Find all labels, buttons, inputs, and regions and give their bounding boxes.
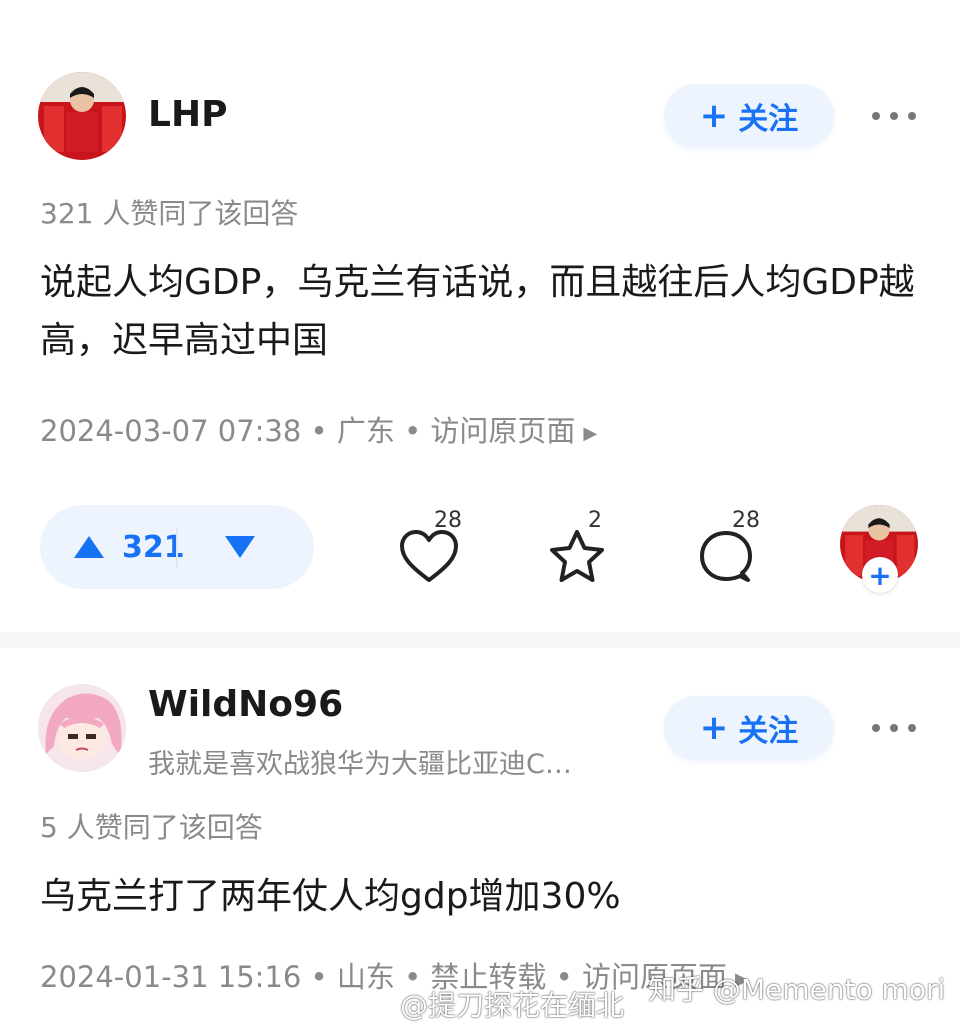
author-bio: 我就是喜欢战狼华为大疆比亚迪C… — [148, 749, 572, 780]
heart-icon — [400, 530, 458, 582]
plus-icon: + — [862, 557, 898, 593]
more-icon[interactable] — [872, 718, 916, 738]
follow-label: 关注 — [738, 714, 799, 749]
zhihu-watermark: 知乎 @Memento mori — [648, 973, 946, 1006]
author-avatar[interactable] — [38, 684, 126, 772]
upvote-summary: 5 人赞同了该回答 — [40, 811, 263, 844]
follow-label: 关注 — [738, 102, 799, 137]
plus-icon: + — [699, 96, 729, 136]
upvote-summary: 321 人赞同了该回答 — [40, 197, 299, 230]
weibo-watermark: @提刀探花在缅北 — [400, 989, 625, 1022]
follow-button[interactable]: + 关注 — [664, 696, 834, 760]
favorite-count: 2 — [588, 508, 602, 533]
section-divider — [0, 632, 960, 648]
my-avatar-button[interactable]: + — [840, 505, 920, 593]
vote-control: 321 — [40, 505, 314, 589]
comment-icon — [700, 531, 752, 582]
follow-button[interactable]: + 关注 — [664, 84, 834, 148]
more-icon[interactable] — [872, 106, 916, 126]
author-name[interactable]: WildNo96 — [148, 684, 343, 725]
answer-content: 乌克兰打了两年仗人均gdp增加30% — [40, 876, 621, 917]
answer-meta[interactable]: 2024-01-31 15:16 • 山东 • 禁止转载 • 访问原页面 ▶ — [40, 954, 749, 996]
like-button[interactable]: 28 — [392, 508, 472, 590]
author-avatar[interactable] — [38, 72, 126, 160]
answer-meta[interactable]: 2024-03-07 07:38 • 广东 • 访问原页面 ▶ — [40, 408, 597, 450]
star-icon — [550, 530, 604, 582]
comment-button[interactable]: 28 — [690, 508, 770, 590]
plus-icon: + — [699, 708, 729, 748]
meta-text: 2024-03-07 07:38 • 广东 • 访问原页面 — [40, 414, 576, 448]
favorite-button[interactable]: 2 — [540, 508, 620, 590]
upvote-icon — [74, 536, 104, 558]
answer-content: 说起人均GDP，乌克兰有话说，而且越往后人均GDP越高，迟早高过中国 — [40, 262, 915, 361]
downvote-button[interactable] — [178, 505, 314, 589]
play-icon: ▶ — [583, 422, 598, 444]
like-count: 28 — [434, 508, 462, 533]
upvote-button[interactable]: 321 — [40, 505, 185, 589]
comment-count: 28 — [732, 508, 760, 533]
author-name[interactable]: LHP — [148, 94, 227, 135]
downvote-icon — [225, 536, 255, 558]
answer-card: LHP + 关注 321 人赞同了该回答 说起人均GDP，乌克兰有话说，而且越往… — [0, 0, 960, 632]
